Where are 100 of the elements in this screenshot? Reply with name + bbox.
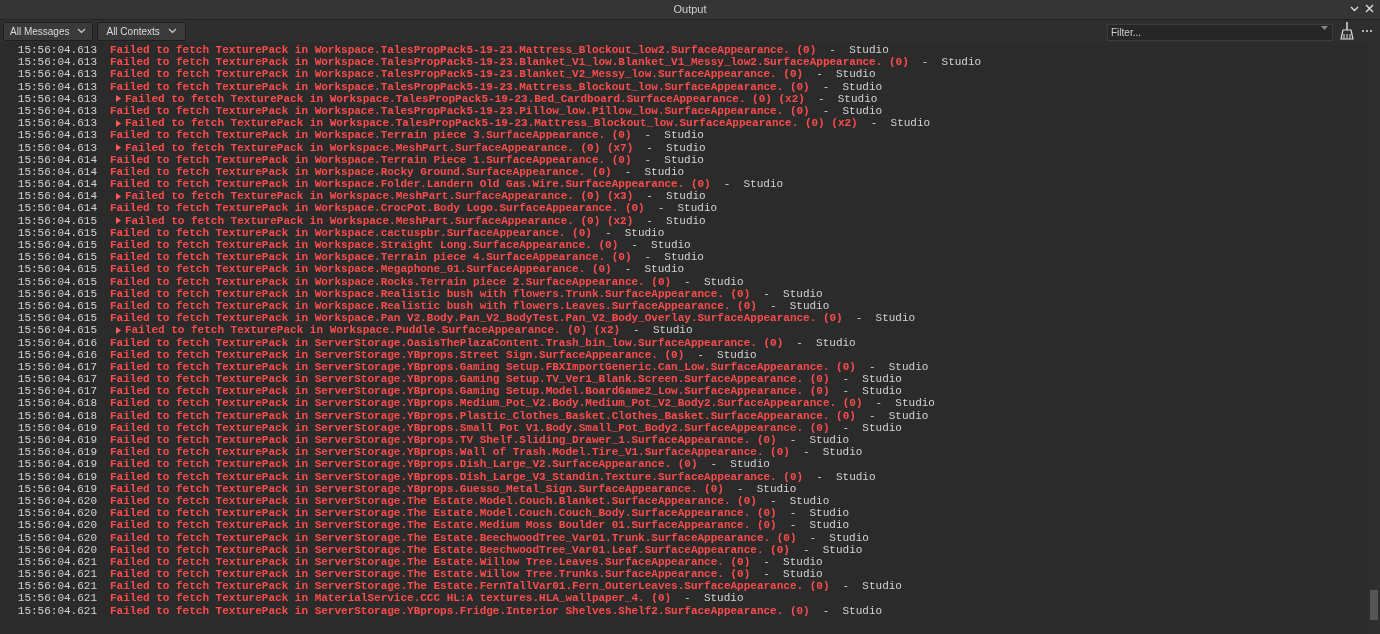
error-message: Failed to fetch TexturePack in Workspace.TalesPropPack5-19-23.Mattress_Blockout_low2.SurfaceAppearance. (0) (110, 44, 817, 57)
message-source: - Studio (868, 360, 929, 374)
error-message: Failed to fetch TexturePack in ServerStorage.YBprops.Small Pot V1.Body.Small_Pot_Body2.SurfaceAppearance. (0) (110, 421, 830, 434)
error-message: Failed to fetch TexturePack in ServerStorage.YBprops.Gaming Setup.Model.BoardGame2_Low.SurfaceAppearance. (0) (110, 385, 830, 398)
message-source: - Studio (644, 251, 704, 264)
chevron-down-icon (1321, 26, 1328, 30)
expand-triangle-icon[interactable] (116, 144, 121, 152)
expand-triangle-icon[interactable] (116, 192, 121, 200)
timestamp: 15:56:04.615 (16, 214, 97, 227)
error-message: Failed to fetch TexturePack in ServerStorage.YBprops.Guesso_Metal_Sign.SurfaceAppearance. (0) (110, 482, 724, 495)
timestamp: 15:56:04.619 (16, 446, 97, 459)
error-message: Failed to fetch TexturePack in Workspace.TalesPropPack5-19-23.Mattress_Blockout_low.SurfaceAppearance. (0) (x2) (125, 117, 858, 130)
message-source: - Studio (769, 494, 830, 508)
error-message: Failed to fetch TexturePack in ServerStorage.The Estate.Willow Tree.Leaves.SurfaceAppearance. (0) (110, 555, 751, 569)
timestamp: 15:56:04.615 (16, 312, 97, 325)
timestamp: 15:56:04.621 (16, 580, 97, 593)
error-message: Failed to fetch TexturePack in Workspace.Pan V2.Body.Pan_V2_BodyTest.Pan_V2_Body_Overlay.SurfaceAppearance. (0) (110, 312, 843, 325)
error-message: Failed to fetch TexturePack in ServerStorage.YBprops.Wall of Trash.Model.Tire_V1.SurfaceAppearance. (0) (110, 446, 790, 459)
message-source: - Studio (802, 446, 863, 459)
error-message: Failed to fetch TexturePack in Workspace.TalesPropPack5-19-23.Pillow_low.Pillow_low.SurfaceAppearance. (0) (110, 104, 810, 118)
scrollbar-thumb[interactable] (1370, 590, 1378, 620)
timestamp: 15:56:04.613 (16, 80, 97, 93)
timestamp: 15:56:04.621 (16, 555, 97, 569)
error-message: Failed to fetch TexturePack in ServerStorage.The Estate.BeechwoodTree_Var01.Trunk.SurfaceAppearance. (0) (110, 531, 797, 544)
message-source: - Studio (769, 299, 830, 313)
expand-triangle-icon[interactable] (116, 326, 121, 334)
more-icon[interactable] (1361, 29, 1373, 33)
timestamp: 15:56:04.620 (16, 531, 97, 544)
timestamp: 15:56:04.615 (16, 239, 97, 252)
message-source: - Studio (796, 336, 856, 349)
message-source: - Studio (763, 555, 823, 569)
filter-field[interactable]: Filter... (1107, 24, 1333, 41)
message-source: - Studio (763, 287, 823, 300)
message-source: - Studio (822, 104, 883, 118)
message-source: - Studio (789, 519, 850, 532)
error-message: Failed to fetch TexturePack in ServerStorage.YBprops.Gaming Setup.FBXImportGeneric.Can_Low.SurfaceAppearance. (0) (110, 360, 856, 374)
error-message: Failed to fetch TexturePack in ServerStorage.YBprops.TV Shelf.Sliding_Drawer_1.SurfaceAppearance. (0) (110, 434, 777, 447)
error-message: Failed to fetch TexturePack in ServerStorage.The Estate.Willow Tree.Trunks.SurfaceAppearance. (0) (110, 568, 751, 581)
timestamp: 15:56:04.620 (16, 494, 97, 508)
error-message: Failed to fetch TexturePack in Workspace.TalesPropPack5-19-23.Mattress_Blockout_low.SurfaceAppearance. (0) (110, 80, 810, 93)
message-source: - Studio (763, 568, 823, 581)
error-message: Failed to fetch TexturePack in Workspace.Rocky Ground.SurfaceAppearance. (0) (110, 165, 612, 179)
expand-triangle-icon[interactable] (116, 217, 121, 225)
error-message: Failed to fetch TexturePack in ServerStorage.YBprops.Medium_Pot_V2.Body.Medium_Pot_V2_Body2.SurfaceAppearance. (0) (110, 397, 863, 410)
timestamp: 15:56:04.614 (16, 190, 97, 203)
message-source: - Studio (921, 56, 982, 69)
error-message: Failed to fetch TexturePack in ServerStorage.The Estate.Model.Couch.Couch_Body.SurfaceAppearance. (0) (110, 507, 777, 520)
timestamp: 15:56:04.615 (16, 299, 97, 313)
message-source: - Studio (624, 263, 685, 276)
error-message: Failed to fetch TexturePack in ServerStorage.YBprops.Street Sign.SurfaceAppearance. (0) (110, 348, 685, 361)
chevron-down-icon[interactable] (1350, 4, 1359, 13)
error-message: Failed to fetch TexturePack in Workspace.MeshPart.SurfaceAppearance. (0) (x3) (125, 190, 634, 203)
error-message: Failed to fetch TexturePack in Workspace.Realistic bush with flowers.Trunk.SurfaceAppearance. (0) (110, 287, 751, 300)
message-filter-dropdown[interactable]: All Messages (3, 21, 94, 41)
error-message: Failed to fetch TexturePack in Workspace.Terrain piece 4.SurfaceAppearance. (0) (110, 251, 632, 264)
message-source: - Studio (789, 507, 850, 520)
timestamp: 15:56:04.618 (16, 409, 97, 422)
timestamp: 15:56:04.614 (16, 165, 97, 179)
error-message: Failed to fetch TexturePack in Workspace.Terrain Piece 1.SurfaceAppearance. (0) (110, 153, 632, 166)
expand-triangle-icon[interactable] (116, 119, 121, 127)
timestamp: 15:56:04.615 (16, 324, 97, 337)
message-source: - Studio (624, 165, 685, 179)
message-source: - Studio (855, 312, 916, 325)
timestamp: 15:56:04.620 (16, 543, 97, 556)
timestamp: 15:56:04.619 (16, 482, 97, 495)
context-filter-dropdown[interactable]: All Contexts (97, 21, 186, 41)
timestamp: 15:56:04.619 (16, 434, 97, 447)
message-source: - Studio (868, 409, 929, 422)
message-source: - Studio (710, 458, 770, 471)
window-title: Output (673, 2, 707, 18)
message-source: - Studio (842, 373, 902, 386)
message-source: - Studio (817, 92, 878, 105)
timestamp: 15:56:04.618 (16, 397, 97, 410)
message-source: - Studio (646, 141, 706, 154)
expand-triangle-icon[interactable] (116, 95, 121, 103)
error-message: Failed to fetch TexturePack in ServerStorage.The Estate.Model.Couch.Blanket.SurfaceAppearance. (0) (110, 494, 757, 508)
broom-icon[interactable] (1340, 22, 1354, 40)
message-source: - Studio (604, 226, 665, 239)
error-message: Failed to fetch TexturePack in Workspace.MeshPart.SurfaceAppearance. (0) (x2) (125, 214, 634, 227)
close-icon[interactable] (1365, 4, 1374, 13)
timestamp: 15:56:04.620 (16, 507, 97, 520)
message-source: - Studio (723, 178, 784, 191)
message-source: - Studio (736, 482, 797, 495)
error-message: Failed to fetch TexturePack in Workspace.TalesPropPack5-19-23.Blanket_V1_low.Blanket_V1_Messy_low2.SurfaceAppearance. (0) (110, 56, 909, 69)
error-message: Failed to fetch TexturePack in Workspace.Straight Long.SurfaceAppearance. (0) (110, 239, 619, 252)
error-message: Failed to fetch TexturePack in Workspace.TalesPropPack5-19-23.Blanket_V2_Messy_low.SurfaceAppearance. (0) (110, 68, 804, 81)
error-message: Failed to fetch TexturePack in MaterialService.CCC HL:A textures.HLA_wallpaper_4. (0) (110, 592, 672, 605)
error-message: Failed to fetch TexturePack in Workspace.MeshPart.SurfaceAppearance. (0) (x7) (125, 141, 634, 154)
message-source: - Studio (631, 239, 691, 252)
timestamp: 15:56:04.617 (16, 385, 97, 398)
timestamp: 15:56:04.619 (16, 458, 97, 471)
message-source: - Studio (644, 153, 704, 166)
message-source: - Studio (816, 470, 876, 483)
error-message: Failed to fetch TexturePack in Workspace.Realistic bush with flowers.Leaves.SurfaceAppearance. (0) (110, 299, 757, 313)
timestamp: 15:56:04.615 (16, 275, 97, 288)
message-source: - Studio (684, 275, 744, 288)
message-source: - Studio (802, 543, 863, 556)
message-source: - Studio (646, 190, 706, 203)
timestamp: 15:56:04.615 (16, 287, 97, 300)
timestamp: 15:56:04.616 (16, 336, 97, 349)
